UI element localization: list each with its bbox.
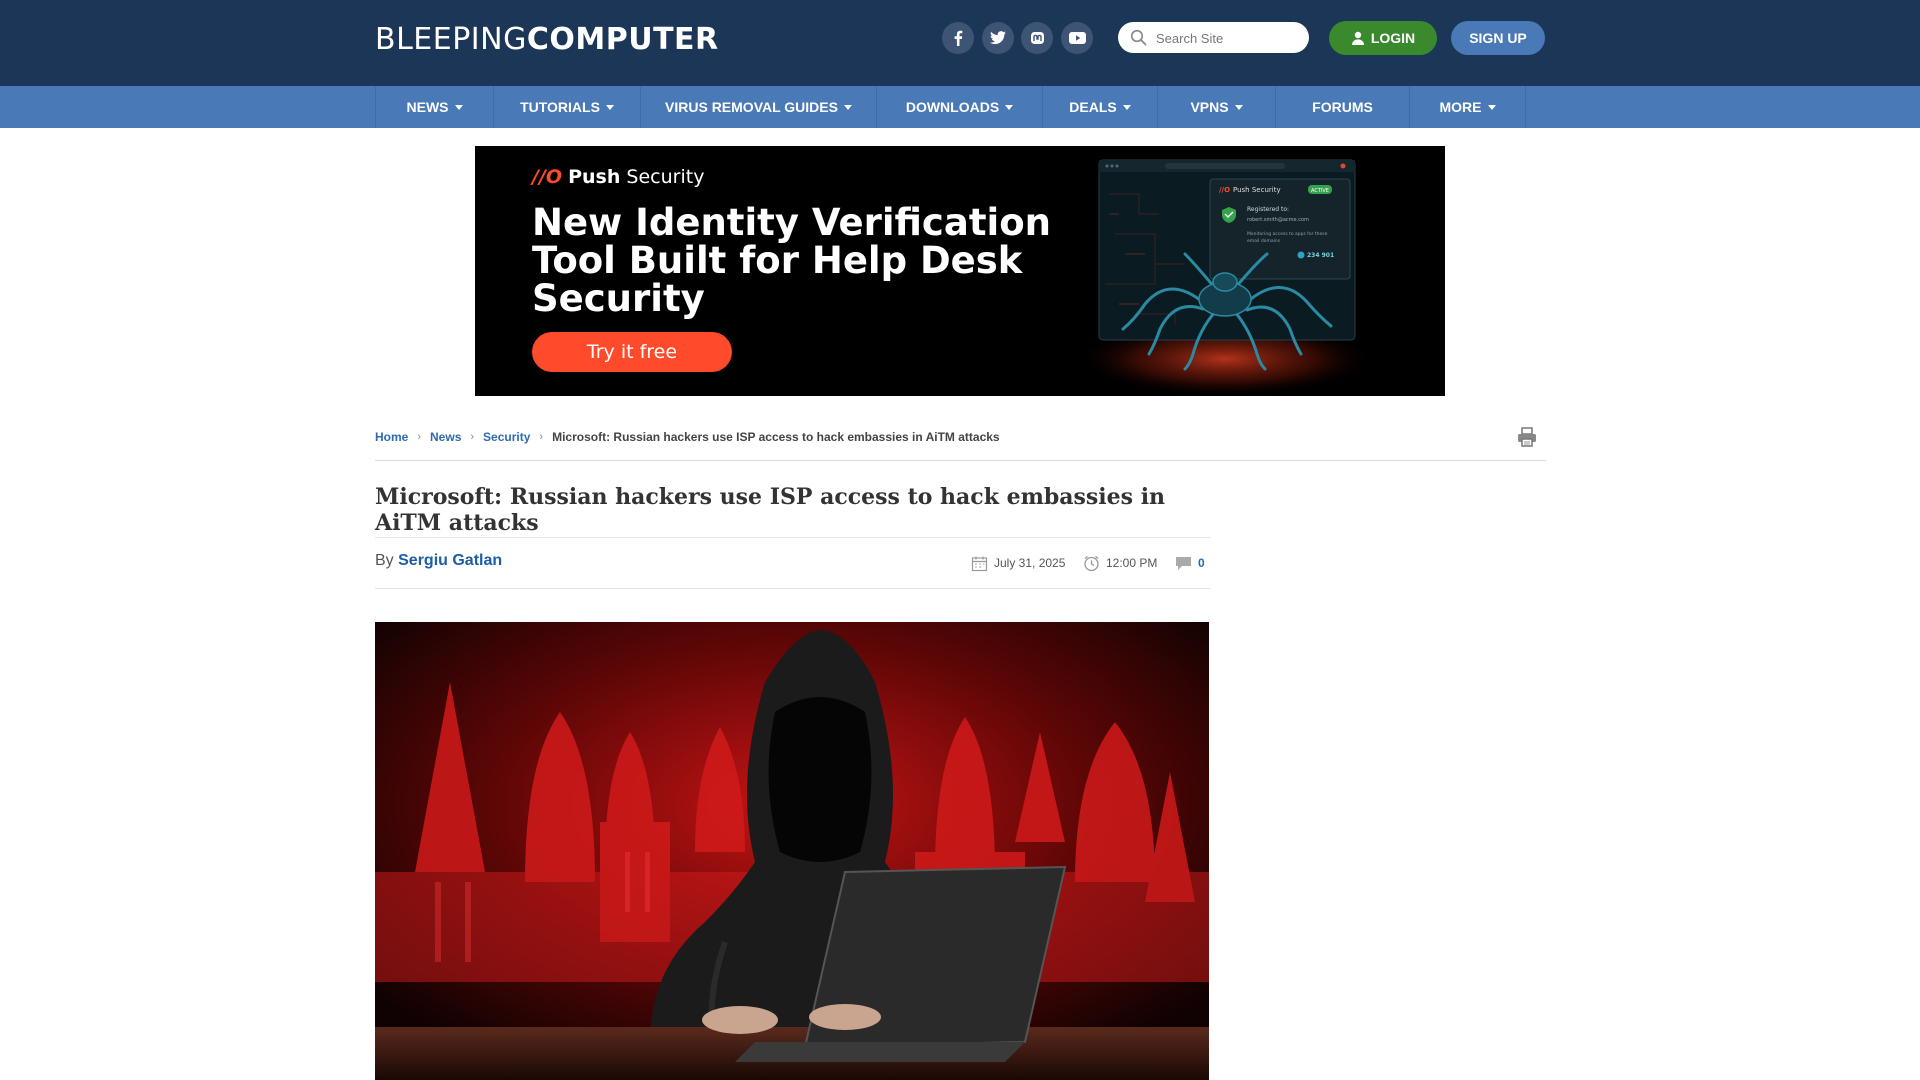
- caret-down-icon: [843, 104, 852, 110]
- breadcrumb-news[interactable]: News: [430, 430, 461, 444]
- site-logo[interactable]: BLEEPINGCOMPUTER: [375, 22, 719, 57]
- breadcrumb: Home › News › Security › Microsoft: Russ…: [375, 428, 1000, 446]
- ad-brand-bold: Push: [568, 166, 621, 188]
- caret-down-icon: [1487, 104, 1496, 110]
- article-hero-image: [375, 622, 1209, 1080]
- caret-down-icon: [605, 104, 614, 110]
- logo-part1: BLEEPING: [375, 22, 527, 57]
- comment-count-text: 0: [1198, 556, 1205, 570]
- chevron-right-icon: ›: [539, 431, 544, 443]
- nav-label: TUTORIALS: [520, 99, 600, 115]
- nav-item-downloads[interactable]: DOWNLOADS: [877, 86, 1043, 128]
- login-label: LOGIN: [1370, 30, 1416, 46]
- byline-prefix: By: [375, 552, 399, 569]
- site-header: BLEEPINGCOMPUTER LOGIN SIGN UP: [0, 0, 1920, 86]
- nav-item-deals[interactable]: DEALS: [1043, 86, 1158, 128]
- print-icon[interactable]: [1516, 426, 1538, 453]
- caret-down-icon: [1122, 104, 1131, 110]
- chevron-right-icon: ›: [417, 431, 422, 443]
- ad-brand-light: Security: [620, 166, 705, 188]
- search-input[interactable]: [1154, 26, 1303, 50]
- article-title: Microsoft: Russian hackers use ISP acces…: [375, 484, 1166, 536]
- main-nav: NEWS TUTORIALS VIRUS REMOVAL GUIDES DOWN…: [0, 86, 1920, 128]
- time-text: 12:00 PM: [1106, 556, 1158, 570]
- caret-down-icon: [1005, 104, 1014, 110]
- user-icon: [1351, 31, 1364, 45]
- logo-part2: COMPUTER: [526, 22, 719, 57]
- mock-registered: Registered to:: [1247, 206, 1289, 213]
- nav-label: FORUMS: [1312, 99, 1373, 115]
- search-icon: [1130, 29, 1147, 51]
- comment-count[interactable]: 0: [1175, 554, 1205, 572]
- nav-item-virus-removal-guides[interactable]: VIRUS REMOVAL GUIDES: [641, 86, 877, 128]
- breadcrumb-security[interactable]: Security: [483, 430, 530, 444]
- byline: By Sergiu Gatlan: [375, 552, 502, 570]
- chevron-right-icon: ›: [470, 431, 475, 443]
- mastodon-icon[interactable]: [1021, 22, 1053, 54]
- clock-icon: [1084, 555, 1099, 571]
- caret-down-icon: [454, 104, 463, 110]
- ad-cta-button[interactable]: Try it free: [532, 332, 732, 372]
- divider: [375, 460, 1546, 461]
- signup-button[interactable]: SIGN UP: [1451, 21, 1545, 55]
- nav-item-vpns[interactable]: VPNS: [1158, 86, 1276, 128]
- divider: [375, 537, 1210, 538]
- mock-monitor-2: email domains: [1247, 238, 1281, 244]
- signup-label: SIGN UP: [1469, 30, 1527, 46]
- mock-brand: Push Security: [1233, 186, 1281, 194]
- ad-illustration: //O Push Security ACTIVE Registered to: …: [1075, 159, 1375, 394]
- ad-brand: //O Push Security: [532, 166, 704, 188]
- article-time: 12:00 PM: [1083, 554, 1157, 572]
- youtube-icon[interactable]: [1061, 22, 1093, 54]
- mock-count: 234 901: [1307, 252, 1334, 259]
- caret-down-icon: [1234, 104, 1243, 110]
- mock-monitor-1: Monitoring access to apps for these: [1247, 231, 1328, 237]
- nav-label: NEWS: [406, 99, 449, 115]
- breadcrumb-current: Microsoft: Russian hackers use ISP acces…: [552, 430, 1000, 444]
- login-button[interactable]: LOGIN: [1329, 21, 1437, 55]
- nav-label: MORE: [1439, 99, 1482, 115]
- ad-brand-mark: //O: [532, 166, 563, 188]
- mock-email: robert.smith@acme.com: [1247, 217, 1309, 223]
- svg-text://O: //O: [1219, 186, 1230, 194]
- mock-badge: ACTIVE: [1311, 188, 1329, 194]
- calendar-icon: [971, 556, 988, 571]
- nav-item-news[interactable]: NEWS: [375, 86, 494, 128]
- nav-label: VIRUS REMOVAL GUIDES: [665, 99, 838, 115]
- article-date: July 31, 2025: [971, 554, 1065, 572]
- nav-label: DEALS: [1069, 99, 1117, 115]
- nav-item-more[interactable]: MORE: [1410, 86, 1526, 128]
- author-link[interactable]: Sergiu Gatlan: [398, 552, 502, 569]
- nav-label: VPNS: [1190, 99, 1229, 115]
- ad-headline: New Identity Verification Tool Built for…: [532, 201, 1051, 320]
- nav-item-tutorials[interactable]: TUTORIALS: [494, 86, 641, 128]
- nav-item-forums[interactable]: FORUMS: [1276, 86, 1410, 128]
- comment-icon: [1176, 556, 1191, 570]
- date-text: July 31, 2025: [994, 556, 1066, 570]
- twitter-icon[interactable]: [982, 22, 1014, 54]
- facebook-icon[interactable]: [942, 22, 974, 54]
- nav-label: DOWNLOADS: [905, 99, 1000, 115]
- search-box[interactable]: [1118, 22, 1309, 53]
- ad-banner[interactable]: //O Push Security New Identity Verificat…: [475, 146, 1445, 396]
- divider: [375, 588, 1210, 589]
- breadcrumb-home[interactable]: Home: [375, 430, 408, 444]
